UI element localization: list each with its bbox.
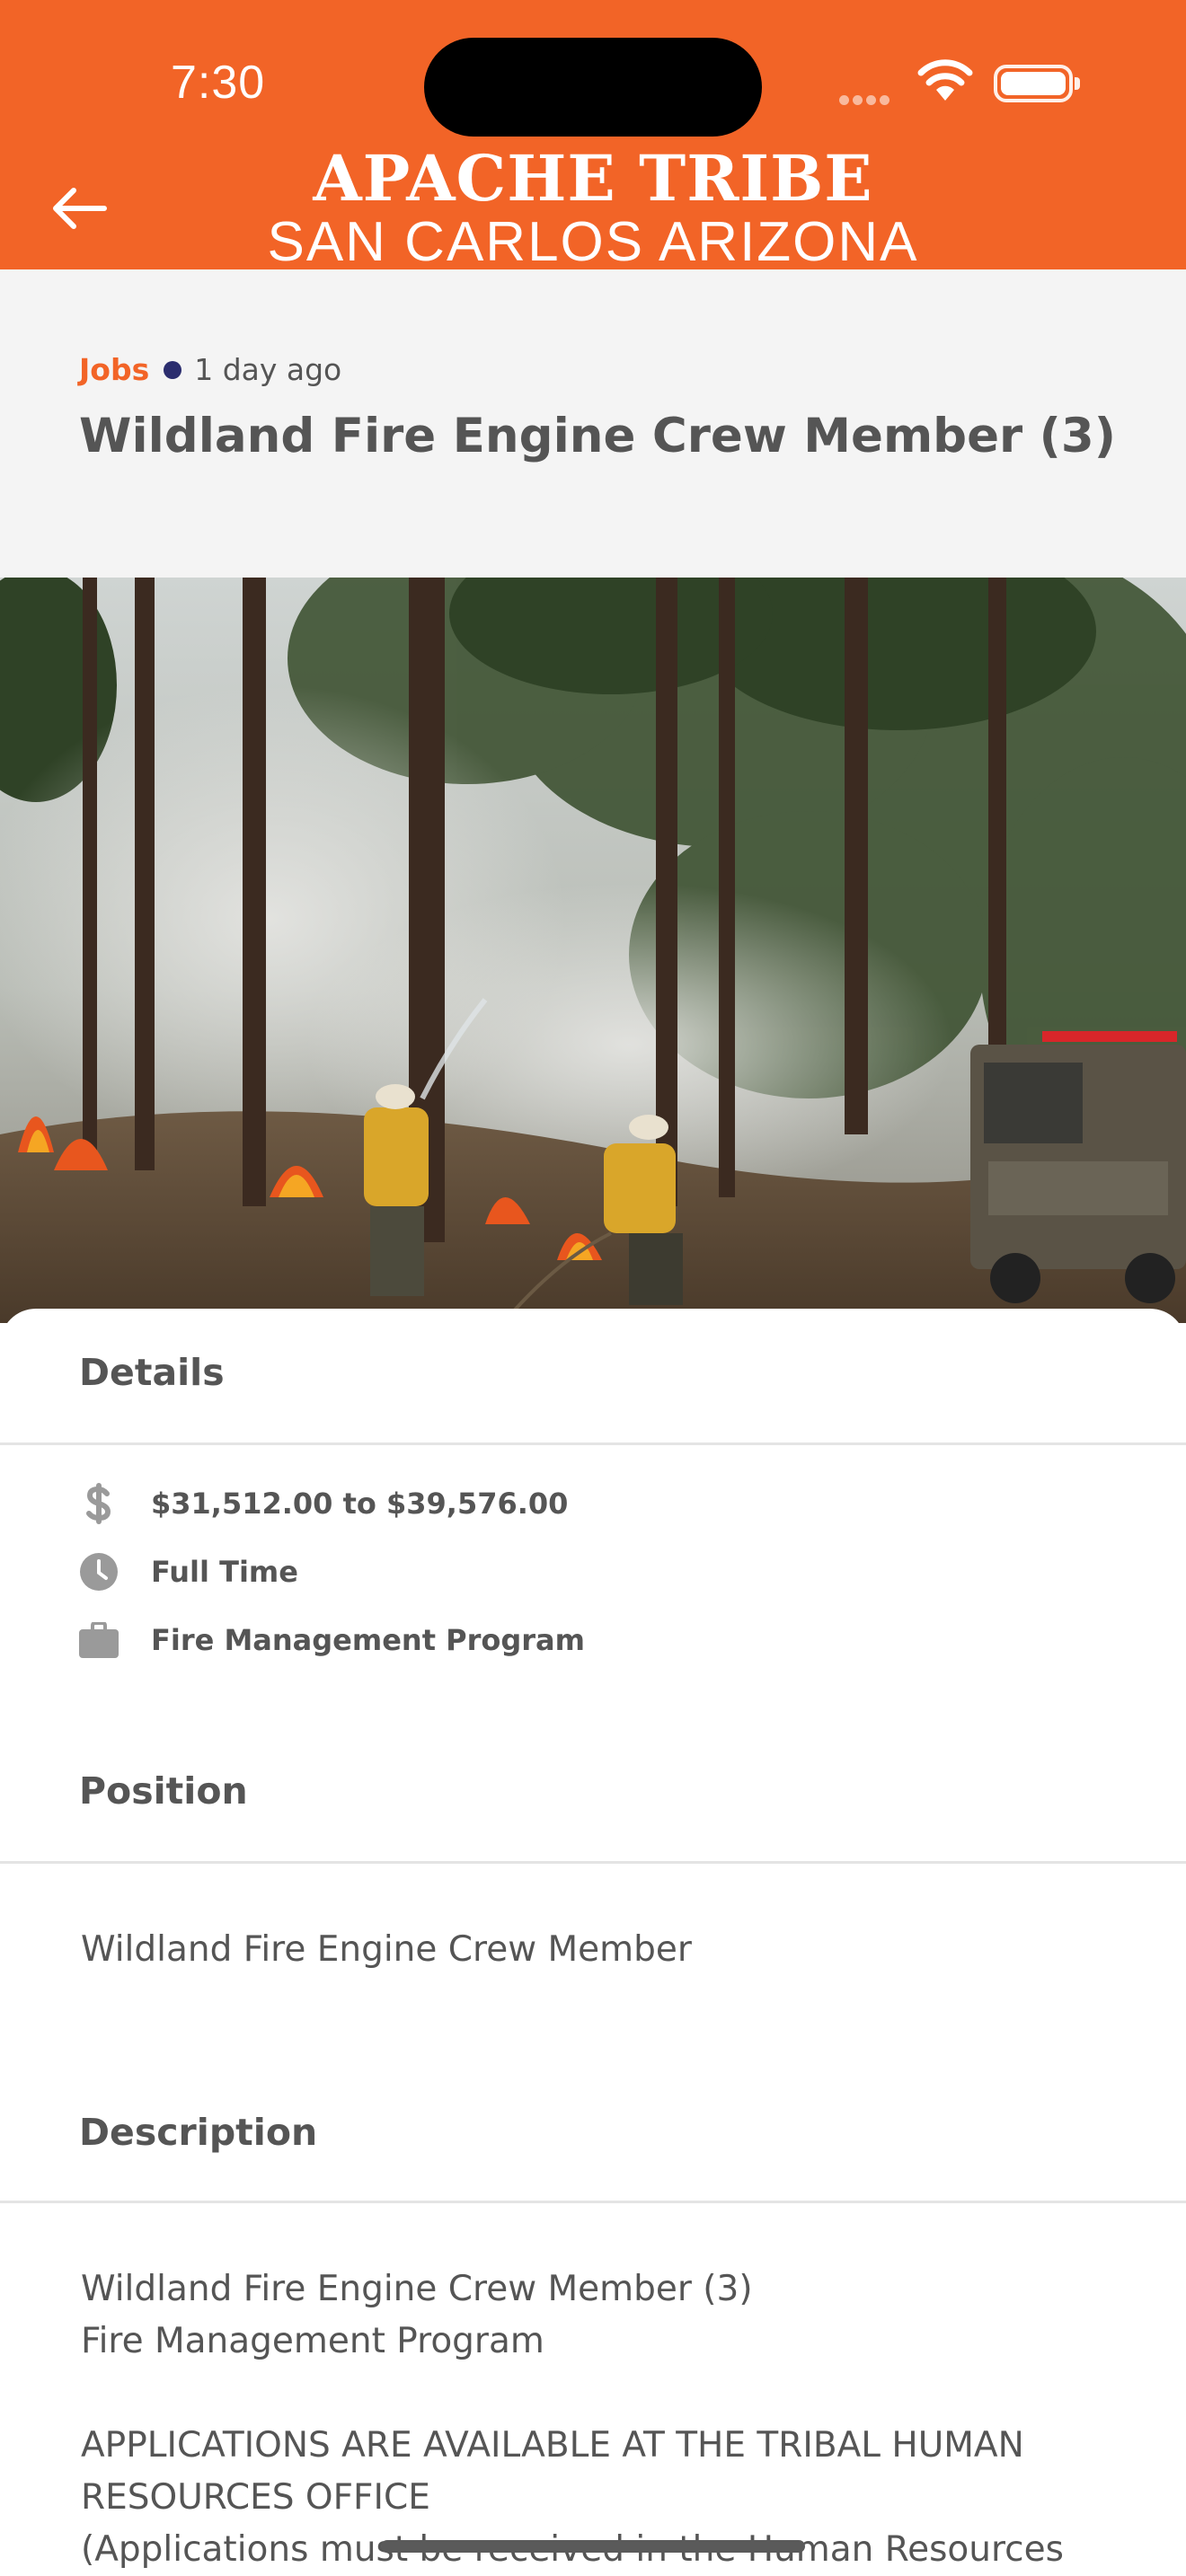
briefcase-icon — [79, 1620, 119, 1660]
posted-time: 1 day ago — [194, 352, 342, 387]
description-line: Fire Management Program — [81, 2321, 544, 2361]
dynamic-island — [424, 38, 762, 137]
schedule-row: Full Time — [79, 1550, 298, 1593]
meta-separator-dot — [164, 360, 182, 379]
dollar-icon — [79, 1483, 119, 1524]
description-line: RESOURCES OFFICE — [81, 2477, 430, 2518]
battery-icon — [994, 65, 1080, 102]
divider — [0, 2201, 1186, 2203]
divider — [0, 1861, 1186, 1864]
department-text: Fire Management Program — [151, 1623, 585, 1657]
salary-row: $31,512.00 to $39,576.00 — [79, 1482, 568, 1525]
hero-image — [0, 578, 1186, 1323]
tribe-logo: APACHE TRIBE SAN CARLOS ARIZONA — [0, 146, 1186, 273]
description-heading: Description — [79, 2111, 318, 2154]
divider — [0, 1442, 1186, 1445]
position-heading: Position — [79, 1769, 248, 1813]
cellular-signal-icon — [839, 92, 902, 105]
department-row: Fire Management Program — [79, 1619, 585, 1662]
app-header: 7:30 APACHE TRIBE SAN CARLOS ARIZONA — [0, 0, 1186, 273]
status-time: 7:30 — [171, 57, 266, 109]
description-line: Wildland Fire Engine Crew Member (3) — [81, 2269, 753, 2309]
description-line: APPLICATIONS ARE AVAILABLE AT THE TRIBAL… — [81, 2425, 1024, 2466]
post-meta: Jobs 1 day ago — [79, 352, 341, 387]
logo-line-2: SAN CARLOS ARIZONA — [267, 211, 919, 273]
category-label[interactable]: Jobs — [79, 352, 149, 387]
details-heading: Details — [79, 1351, 225, 1394]
home-indicator[interactable] — [381, 2540, 805, 2553]
schedule-text: Full Time — [151, 1555, 298, 1589]
clock-icon — [79, 1552, 119, 1592]
logo-line-1: APACHE TRIBE — [313, 141, 873, 216]
salary-text: $31,512.00 to $39,576.00 — [151, 1486, 569, 1521]
page-title: Wildland Fire Engine Crew Member (3) — [79, 409, 1116, 463]
position-text: Wildland Fire Engine Crew Member — [81, 1929, 692, 1970]
wifi-icon — [917, 59, 973, 101]
